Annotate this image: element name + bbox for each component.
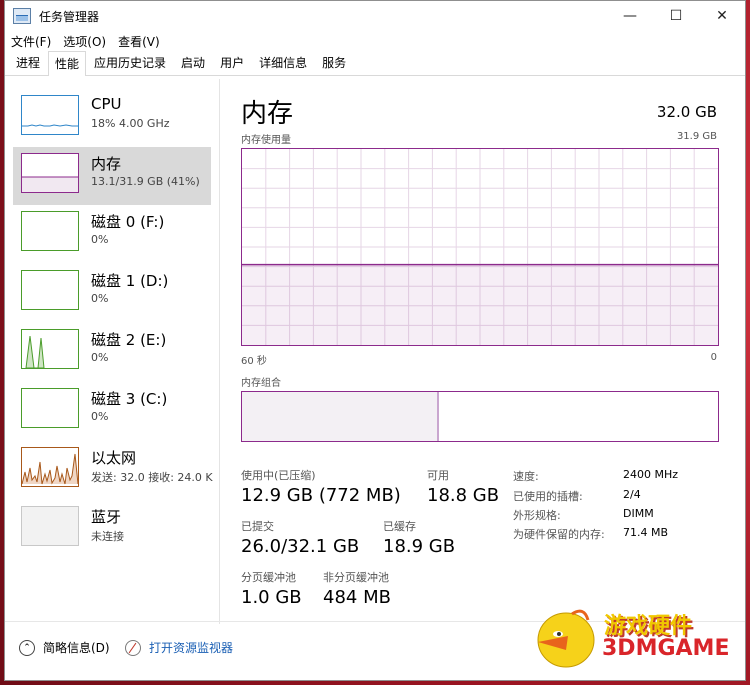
bluetooth-thumbnail: [21, 506, 79, 546]
sidebar-item-disk2[interactable]: 磁盘 2 (E:) 0%: [13, 323, 211, 381]
title-bar: 任务管理器 — ☐ ✕: [5, 1, 745, 31]
tab-app-history[interactable]: 应用历史记录: [87, 50, 174, 75]
menu-view[interactable]: 查看(V): [118, 33, 160, 50]
in-use-label: 使用中(已压缩): [241, 469, 316, 482]
close-button[interactable]: ✕: [699, 1, 745, 31]
speed-value: 2400 MHz: [623, 468, 679, 481]
sidebar-item-bluetooth[interactable]: 蓝牙 未连接: [13, 500, 211, 558]
open-resource-monitor-link[interactable]: 打开资源监视器: [125, 639, 233, 656]
maximize-button[interactable]: ☐: [653, 1, 699, 31]
tab-startup[interactable]: 启动: [174, 50, 213, 75]
sidebar-item-subtitle: 未连接: [91, 530, 124, 543]
sidebar-item-title: 磁盘 3 (C:): [91, 390, 168, 408]
sidebar-item-ethernet[interactable]: 以太网 发送: 32.0 接收: 24.0 K: [13, 441, 213, 499]
memory-usage-area: [242, 264, 718, 345]
sidebar-item-cpu[interactable]: CPU 18% 4.00 GHz: [13, 89, 211, 147]
cpu-thumbnail: [21, 95, 79, 135]
sidebar-item-title: 磁盘 0 (F:): [91, 213, 165, 231]
slots-value: 2/4: [623, 488, 641, 501]
sidebar-item-disk1[interactable]: 磁盘 1 (D:) 0%: [13, 264, 211, 322]
speed-label: 速度:: [513, 470, 539, 483]
sidebar-item-title: 磁盘 2 (E:): [91, 331, 167, 349]
sidebar-item-subtitle: 0%: [91, 233, 109, 246]
sidebar-item-subtitle: 发送: 32.0 接收: 24.0 K: [91, 471, 213, 484]
task-manager-window: 任务管理器 — ☐ ✕ 文件(F) 选项(O) 查看(V) 进程 性能 应用历史…: [4, 0, 746, 681]
form-factor-label: 外形规格:: [513, 509, 561, 522]
chevron-up-icon: ⌃: [19, 639, 35, 656]
sidebar-item-title: CPU: [91, 95, 122, 113]
disk2-mini-graph: [25, 335, 45, 368]
cached-label: 已缓存: [383, 520, 416, 533]
disk1-thumbnail: [21, 270, 79, 310]
window-controls: — ☐ ✕: [607, 1, 745, 31]
memory-thumbnail: [21, 153, 79, 193]
memory-composition-label: 内存组合: [241, 378, 281, 389]
slots-label: 已使用的插槽:: [513, 490, 583, 503]
disk3-thumbnail: [21, 388, 79, 428]
menu-file[interactable]: 文件(F): [11, 33, 51, 50]
disk2-thumbnail: [21, 329, 79, 369]
watermark-line2: 3DMGAME: [602, 636, 730, 661]
memory-composition-bar: [241, 391, 719, 442]
tab-services[interactable]: 服务: [315, 50, 354, 75]
sidebar-item-subtitle: 0%: [91, 292, 109, 305]
tab-bar: 进程 性能 应用历史记录 启动 用户 详细信息 服务: [5, 50, 745, 76]
graph-label: 内存使用量: [241, 135, 291, 146]
menu-bar: 文件(F) 选项(O) 查看(V): [5, 31, 745, 51]
sidebar-item-disk0[interactable]: 磁盘 0 (F:) 0%: [13, 205, 211, 263]
menu-options[interactable]: 选项(O): [63, 33, 106, 50]
chick-mascot-icon: [537, 609, 595, 668]
fewer-details-label: 简略信息(D): [43, 641, 110, 655]
graph-axis-end: 0: [710, 352, 717, 363]
disk0-thumbnail: [21, 211, 79, 251]
tab-performance[interactable]: 性能: [48, 51, 87, 76]
graph-axis-start: 60 秒: [241, 356, 267, 367]
open-resource-monitor-label: 打开资源监视器: [149, 641, 234, 655]
memory-composition-used: [242, 392, 440, 441]
resource-list: CPU 18% 4.00 GHz 内存 13.1/31.9 GB (41%) 磁…: [5, 79, 220, 624]
sidebar-item-title: 内存: [91, 155, 122, 173]
total-memory: 32.0 GB: [656, 103, 717, 121]
memory-usage-graph: [241, 148, 719, 346]
nonpaged-pool-label: 非分页缓冲池: [323, 571, 389, 584]
form-factor-value: DIMM: [623, 507, 654, 520]
sidebar-item-subtitle: 18% 4.00 GHz: [91, 117, 170, 130]
hardware-reserved-label: 为硬件保留的内存:: [513, 528, 605, 541]
sidebar-item-subtitle: 0%: [91, 410, 109, 423]
hardware-reserved-value: 71.4 MB: [623, 526, 669, 539]
paged-pool-label: 分页缓冲池: [241, 571, 296, 584]
available-value: 18.8 GB: [427, 485, 500, 506]
sidebar-item-subtitle: 13.1/31.9 GB (41%): [91, 175, 200, 188]
nonpaged-pool-value: 484 MB: [323, 587, 391, 608]
tab-processes[interactable]: 进程: [9, 50, 48, 75]
sidebar-item-memory[interactable]: 内存 13.1/31.9 GB (41%): [13, 147, 211, 205]
memory-usage-chart: [242, 149, 718, 345]
sidebar-item-subtitle: 0%: [91, 351, 109, 364]
committed-label: 已提交: [241, 520, 274, 533]
graph-max-label: 31.9 GB: [676, 131, 717, 142]
ethernet-thumbnail: [21, 447, 79, 487]
page-title: 内存: [241, 99, 294, 129]
sidebar-item-title: 以太网: [91, 449, 137, 467]
cpu-mini-graph: [22, 124, 78, 127]
memory-mini-graph: [22, 176, 78, 192]
tab-details[interactable]: 详细信息: [252, 50, 315, 75]
committed-value: 26.0/32.1 GB: [241, 536, 360, 557]
sidebar-item-title: 蓝牙: [91, 508, 122, 526]
window-title: 任务管理器: [39, 9, 100, 24]
in-use-value: 12.9 GB (772 MB): [241, 485, 401, 506]
sidebar-item-disk3[interactable]: 磁盘 3 (C:) 0%: [13, 382, 211, 440]
sidebar-item-title: 磁盘 1 (D:): [91, 272, 169, 290]
available-label: 可用: [427, 469, 449, 482]
ethernet-mini-graph: [22, 453, 78, 485]
watermark-logo: 游戏硬件 3DMGAME: [528, 604, 738, 670]
fewer-details-button[interactable]: ⌃ 简略信息(D): [19, 639, 110, 656]
cached-value: 18.9 GB: [383, 536, 456, 557]
task-manager-icon: [13, 8, 31, 24]
tab-users[interactable]: 用户: [213, 50, 252, 75]
paged-pool-value: 1.0 GB: [241, 587, 302, 608]
resource-monitor-icon: [125, 639, 141, 656]
minimize-button[interactable]: —: [607, 1, 653, 31]
